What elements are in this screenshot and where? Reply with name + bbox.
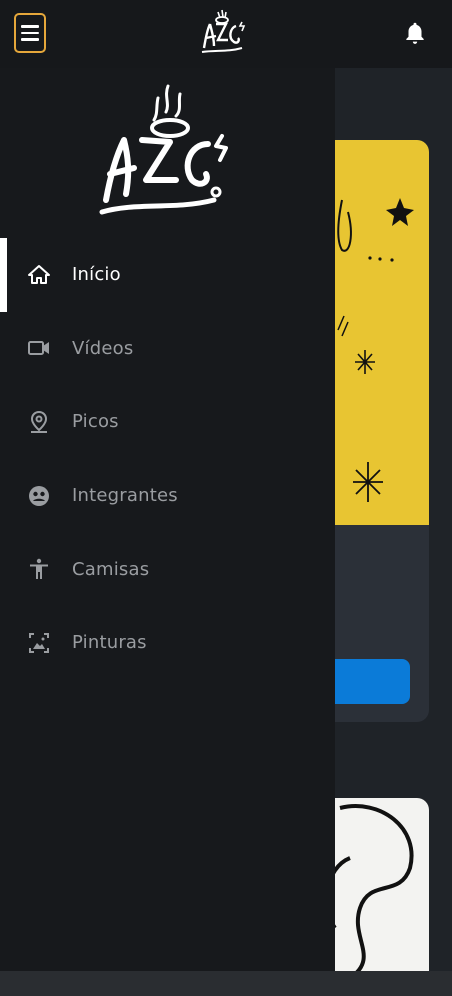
bell-icon[interactable]: [402, 20, 428, 46]
hzc-graffiti-logo-icon[interactable]: [198, 8, 248, 56]
person-icon: [27, 557, 51, 581]
hamburger-menu-icon: [21, 38, 39, 41]
nav-item-picos[interactable]: Picos: [0, 385, 335, 459]
home-icon: [27, 263, 51, 287]
nav-label: Início: [72, 264, 121, 286]
group-face-icon: [27, 484, 51, 508]
nav-label: Picos: [72, 411, 119, 433]
hamburger-menu-icon: [21, 25, 39, 28]
hamburger-menu-icon: [21, 31, 39, 35]
nav-label: Pinturas: [72, 632, 147, 654]
navigation-drawer: Início Vídeos Picos Integrantes Camisas …: [0, 68, 335, 971]
nav-item-camisas[interactable]: Camisas: [0, 532, 335, 606]
nav-label: Integrantes: [72, 485, 178, 507]
hzc-graffiti-logo-icon: [96, 82, 236, 222]
nav-label: Camisas: [72, 558, 150, 580]
image-frame-icon: [27, 631, 51, 655]
app-screen: Início Vídeos Picos Integrantes Camisas …: [0, 0, 452, 996]
location-pin-icon: [27, 410, 51, 434]
nav-item-videos[interactable]: Vídeos: [0, 312, 335, 386]
nav-item-pinturas[interactable]: Pinturas: [0, 606, 335, 680]
nav-item-inicio[interactable]: Início: [0, 238, 335, 312]
video-camera-icon: [27, 336, 51, 360]
bottom-strip: [0, 971, 452, 996]
nav-label: Vídeos: [72, 337, 134, 359]
drawer-nav-list: Início Vídeos Picos Integrantes Camisas …: [0, 238, 335, 680]
menu-toggle-button[interactable]: [14, 13, 46, 53]
app-header: [0, 0, 452, 68]
nav-item-integrantes[interactable]: Integrantes: [0, 459, 335, 533]
